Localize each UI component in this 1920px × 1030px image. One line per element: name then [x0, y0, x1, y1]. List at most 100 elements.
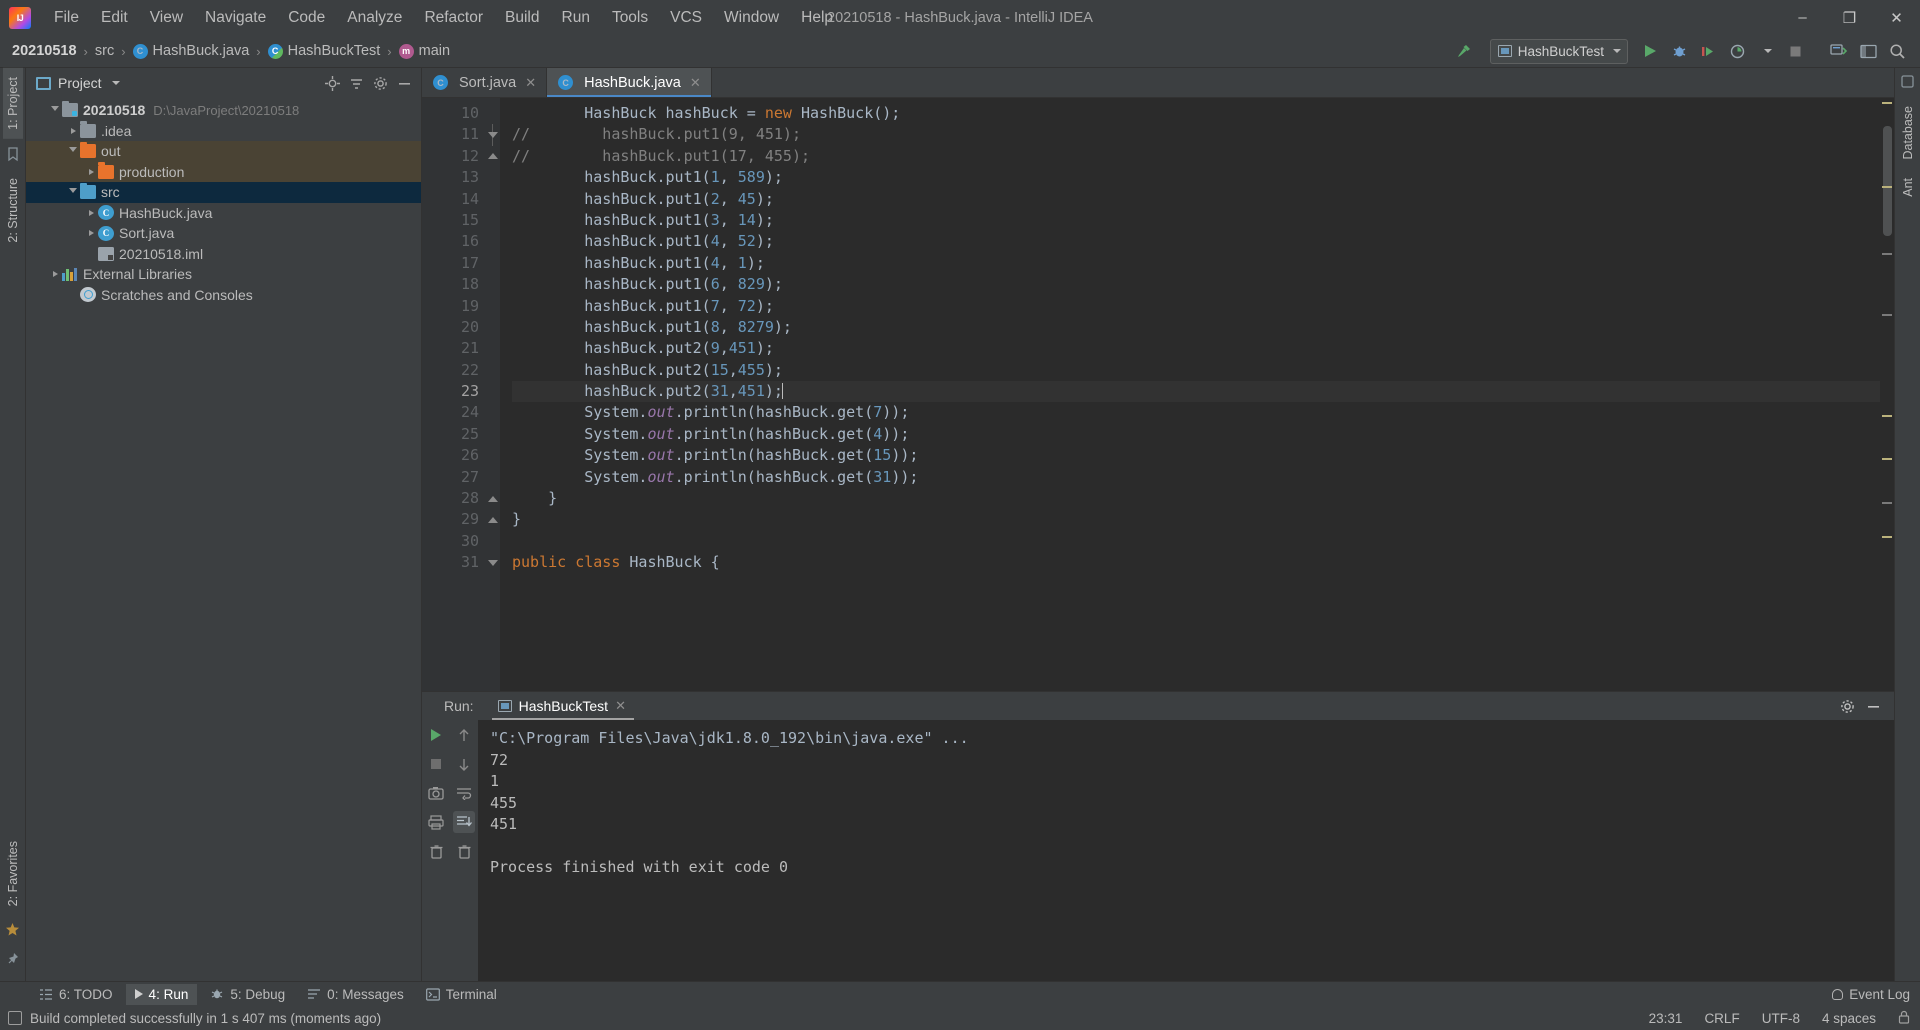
code-text[interactable]: HashBuck hashBuck = new HashBuck(); // h…	[500, 98, 1880, 691]
tool-tab-favorites[interactable]: 2: Favorites	[3, 832, 23, 915]
minimize-button[interactable]: –	[1779, 0, 1826, 35]
expand-arrow-icon[interactable]	[84, 168, 98, 175]
soft-wrap-button[interactable]	[453, 782, 475, 804]
tree-row-scratches[interactable]: Scratches and Consoles	[26, 285, 421, 306]
maximize-button[interactable]: ❐	[1826, 0, 1873, 35]
menu-tools[interactable]: Tools	[601, 6, 659, 30]
clear-console-button[interactable]	[453, 840, 475, 862]
maven-icon[interactable]	[1900, 74, 1916, 90]
locate-in-tree-icon[interactable]	[321, 72, 343, 94]
close-icon[interactable]: ✕	[690, 75, 701, 91]
update-project-button[interactable]	[1826, 38, 1852, 64]
rerun-button[interactable]	[425, 724, 447, 746]
tab-sort-java[interactable]: C Sort.java ✕	[422, 68, 548, 97]
code-folding-gutter[interactable]	[486, 98, 500, 691]
tree-row-out[interactable]: out	[26, 141, 421, 162]
tool-tab-project[interactable]: 1: Project	[2, 68, 23, 139]
bottom-tab-todo[interactable]: 6: TODO	[30, 984, 122, 1005]
tree-row-production[interactable]: production	[26, 161, 421, 182]
lock-icon[interactable]	[1898, 1010, 1910, 1027]
bottom-tab-run[interactable]: 4: Run	[125, 983, 198, 1005]
menu-window[interactable]: Window	[713, 6, 790, 30]
expand-arrow-icon[interactable]	[48, 106, 62, 114]
menu-navigate[interactable]: Navigate	[194, 6, 277, 30]
bottom-tab-terminal[interactable]: Terminal	[417, 984, 506, 1005]
run-with-coverage-button[interactable]	[1695, 38, 1721, 64]
fold-marker[interactable]	[486, 509, 500, 530]
breadcrumb-hashbucktest[interactable]: C HashBuckTest	[266, 41, 383, 61]
screenshot-button[interactable]	[425, 782, 447, 804]
editor-scrollbar[interactable]	[1880, 98, 1894, 691]
debug-button[interactable]	[1666, 38, 1692, 64]
file-encoding[interactable]: UTF-8	[1762, 1011, 1800, 1026]
menu-code[interactable]: Code	[277, 6, 336, 30]
menu-refactor[interactable]: Refactor	[413, 6, 494, 30]
close-icon[interactable]: ✕	[615, 698, 626, 714]
fold-marker[interactable]	[486, 146, 500, 167]
breadcrumb-hashbuck-java[interactable]: C HashBuck.java	[131, 41, 252, 61]
expand-arrow-icon[interactable]	[48, 271, 62, 278]
indent-setting[interactable]: 4 spaces	[1822, 1011, 1876, 1026]
menu-run[interactable]: Run	[551, 6, 601, 30]
fold-marker[interactable]	[486, 124, 500, 145]
scroll-up-button[interactable]	[453, 724, 475, 746]
stop-button[interactable]	[425, 753, 447, 775]
console-output[interactable]: "C:\Program Files\Java\jdk1.8.0_192\bin\…	[478, 720, 1894, 981]
line-separator[interactable]: CRLF	[1704, 1011, 1739, 1026]
tree-row-module[interactable]: 20210518 D:\JavaProject\20210518	[26, 100, 421, 121]
collapse-all-icon[interactable]	[345, 72, 367, 94]
tree-row-external-libraries[interactable]: External Libraries	[26, 264, 421, 285]
menu-view[interactable]: View	[139, 6, 194, 30]
tool-tab-ant[interactable]: Ant	[1898, 169, 1918, 206]
build-hammer-icon[interactable]	[1451, 38, 1477, 64]
menu-build[interactable]: Build	[494, 6, 550, 30]
scroll-to-end-button[interactable]	[453, 811, 475, 833]
menu-analyze[interactable]: Analyze	[336, 6, 413, 30]
expand-arrow-icon[interactable]	[84, 209, 98, 216]
breadcrumb-src[interactable]: src	[93, 41, 116, 61]
code-editor[interactable]: 10 11 12 13 14 15 16 17 18 19 20 21 22 2…	[422, 98, 1894, 691]
project-panel-title[interactable]: Project	[36, 75, 120, 91]
bottom-tab-messages[interactable]: 0: Messages	[298, 984, 413, 1005]
pin-icon[interactable]	[5, 952, 21, 968]
fold-marker[interactable]	[486, 552, 500, 573]
chevron-down-icon[interactable]	[1753, 38, 1779, 64]
gear-icon[interactable]	[369, 72, 391, 94]
expand-arrow-icon[interactable]	[84, 230, 98, 237]
scrollbar-thumb[interactable]	[1883, 126, 1892, 236]
expand-arrow-icon[interactable]	[66, 147, 80, 155]
close-icon[interactable]: ✕	[525, 75, 536, 91]
run-configuration-selector[interactable]: HashBuckTest	[1489, 38, 1628, 64]
tree-row-src[interactable]: src	[26, 182, 421, 203]
fold-marker[interactable]	[486, 488, 500, 509]
breadcrumb-project[interactable]: 20210518	[10, 41, 79, 61]
event-log-button[interactable]: Event Log	[1832, 987, 1910, 1002]
menu-vcs[interactable]: VCS	[659, 6, 713, 30]
run-button[interactable]	[1637, 38, 1663, 64]
profiler-button[interactable]	[1724, 38, 1750, 64]
menu-file[interactable]: File	[43, 6, 90, 30]
project-tree[interactable]: 20210518 D:\JavaProject\20210518 .idea o…	[26, 98, 421, 981]
star-icon[interactable]	[5, 922, 21, 938]
bookmarks-icon[interactable]	[5, 146, 21, 162]
print-button[interactable]	[425, 811, 447, 833]
tab-hashbuck-java[interactable]: C HashBuck.java ✕	[547, 68, 712, 97]
hide-panel-icon[interactable]	[1862, 695, 1884, 717]
breadcrumb-main[interactable]: m main	[397, 41, 452, 61]
tree-row-sort-java[interactable]: C Sort.java	[26, 223, 421, 244]
scroll-down-button[interactable]	[453, 753, 475, 775]
expand-arrow-icon[interactable]	[66, 127, 80, 134]
tool-tab-structure[interactable]: 2: Structure	[3, 169, 23, 252]
tool-tab-database[interactable]: Database	[1898, 97, 1918, 169]
trash-button[interactable]	[425, 840, 447, 862]
gear-icon[interactable]	[1836, 695, 1858, 717]
bottom-tab-debug[interactable]: 5: Debug	[201, 984, 294, 1005]
caret-position[interactable]: 23:31	[1649, 1011, 1683, 1026]
search-everywhere-icon[interactable]	[1884, 38, 1910, 64]
menu-edit[interactable]: Edit	[90, 6, 139, 30]
tree-row-iml[interactable]: 20210518.iml	[26, 244, 421, 265]
run-tab-hashbucktest[interactable]: HashBuckTest ✕	[491, 694, 635, 720]
layout-button[interactable]	[1855, 38, 1881, 64]
hide-panel-icon[interactable]	[393, 72, 415, 94]
tree-row-hashbuck-java[interactable]: C HashBuck.java	[26, 203, 421, 224]
